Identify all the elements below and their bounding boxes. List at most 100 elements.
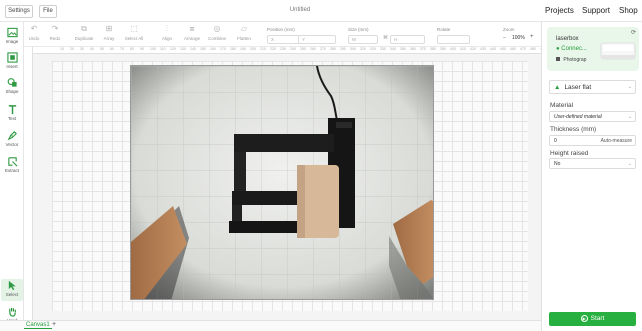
combine-button[interactable]: ◎ Combine bbox=[207, 24, 227, 41]
canvas-area[interactable]: 10 20 30 40 50 60 70 80 90 100 110 120 130 140 150 160 1… bbox=[25, 47, 541, 320]
align-button[interactable]: ⫶ Align bbox=[157, 24, 177, 41]
select-all-button[interactable]: ⬚ Select All bbox=[124, 24, 144, 41]
array-button[interactable]: ⊞ Array bbox=[99, 24, 119, 41]
process-select[interactable]: ▲ Laser flat ⌄ bbox=[549, 80, 636, 94]
vector-tool[interactable]: Vector bbox=[1, 130, 23, 147]
support-link[interactable]: Support bbox=[582, 6, 610, 15]
top-bar: Settings File Untitled Projects Support … bbox=[0, 0, 642, 22]
select-all-icon: ⬚ bbox=[130, 24, 138, 33]
insert-tool[interactable]: Insert bbox=[1, 52, 23, 69]
undo-icon: ↶ bbox=[30, 24, 38, 33]
size-w-field[interactable]: W bbox=[348, 35, 378, 44]
ruler-tick-label: 480 bbox=[530, 47, 536, 51]
height-raised-select[interactable]: No ⌄ bbox=[549, 158, 636, 169]
ruler-tick-label: 160 bbox=[210, 47, 216, 51]
redo-button[interactable]: ↷ Redo bbox=[45, 24, 65, 41]
ruler-tick-label: 210 bbox=[260, 47, 266, 51]
lock-ratio-icon[interactable]: ⌘ bbox=[383, 35, 388, 41]
top-ruler: 10 20 30 40 50 60 70 80 90 100 110 120 130 140 150 160 1… bbox=[33, 47, 541, 54]
text-icon bbox=[8, 105, 16, 115]
refresh-icon[interactable]: ⟳ bbox=[631, 29, 636, 36]
ruler-tick-label: 340 bbox=[390, 47, 396, 51]
toolbar: ↶ Undo ↷ Redo ⧉ Duplicate ⊞ Array ⬚ Sele… bbox=[0, 22, 541, 47]
ruler-tick-label: 110 bbox=[160, 47, 166, 51]
ruler-tick-label: 30 bbox=[80, 47, 84, 51]
left-toolbar: Image Insert Shape Text Vector Extract S… bbox=[0, 22, 24, 323]
camera-mode[interactable]: Photograp bbox=[556, 57, 586, 63]
shape-tool[interactable]: Shape bbox=[1, 77, 23, 94]
ruler-tick-label: 430 bbox=[480, 47, 486, 51]
duplicate-icon: ⧉ bbox=[81, 24, 87, 33]
size-h-field[interactable]: H bbox=[390, 35, 425, 44]
ruler-tick-label: 200 bbox=[250, 47, 256, 51]
laser-icon: ▲ bbox=[554, 84, 561, 91]
ruler-tick-label: 310 bbox=[360, 47, 366, 51]
rotate-field[interactable] bbox=[437, 35, 470, 44]
material-label: Material bbox=[550, 102, 574, 109]
align-icon: ⫶ bbox=[166, 24, 168, 33]
ruler-tick-label: 240 bbox=[290, 47, 296, 51]
material-select[interactable]: User-defined material ⌄ bbox=[549, 111, 636, 122]
projects-link[interactable]: Projects bbox=[545, 6, 574, 15]
cursor-icon bbox=[8, 280, 16, 291]
duplicate-button[interactable]: ⧉ Duplicate bbox=[74, 24, 94, 41]
flatten-button[interactable]: ▱ Flatten bbox=[234, 24, 254, 41]
ruler-tick-label: 360 bbox=[410, 47, 416, 51]
chevron-down-icon: ⌄ bbox=[627, 161, 632, 167]
ruler-tick-label: 90 bbox=[140, 47, 144, 51]
ruler-tick-label: 10 bbox=[60, 47, 64, 51]
device-card[interactable]: laserbox ● Connec... Photograp ⟳ bbox=[547, 27, 639, 71]
chevron-down-icon: ⌄ bbox=[627, 114, 632, 120]
ruler-tick-label: 190 bbox=[240, 47, 246, 51]
ruler-tick-label: 390 bbox=[440, 47, 446, 51]
shape-icon bbox=[7, 78, 17, 87]
canvas-tab-bar: Canvas1 + bbox=[0, 320, 541, 331]
pen-icon bbox=[7, 131, 17, 141]
ruler-tick-label: 460 bbox=[510, 47, 516, 51]
ruler-tick-label: 100 bbox=[150, 47, 156, 51]
canvas-tab[interactable]: Canvas1 bbox=[24, 322, 52, 329]
auto-measure-button[interactable]: Auto-measure bbox=[601, 136, 632, 146]
ruler-tick-label: 470 bbox=[520, 47, 526, 51]
left-ruler bbox=[25, 47, 33, 320]
thickness-label: Thickness (mm) bbox=[550, 126, 597, 133]
ruler-tick-label: 320 bbox=[370, 47, 376, 51]
laserbox-device-icon bbox=[600, 42, 636, 60]
connection-status: ● Connec... bbox=[556, 46, 587, 52]
shop-link[interactable]: Shop bbox=[619, 6, 638, 15]
undo-button[interactable]: ↶ Undo bbox=[24, 24, 44, 41]
zoom-out-button[interactable]: − bbox=[503, 35, 506, 41]
add-canvas-button[interactable]: + bbox=[52, 321, 56, 328]
array-icon: ⊞ bbox=[105, 24, 113, 33]
zoom-in-button[interactable]: + bbox=[530, 34, 534, 40]
size-label: Size (mm) bbox=[348, 27, 369, 32]
ruler-tick-label: 130 bbox=[180, 47, 186, 51]
ruler-tick-label: 70 bbox=[120, 47, 124, 51]
position-label: Position (mm) bbox=[267, 27, 295, 32]
ruler-tick-label: 420 bbox=[470, 47, 476, 51]
select-tool[interactable]: Select bbox=[1, 279, 23, 301]
ruler-tick-label: 80 bbox=[130, 47, 134, 51]
image-tool[interactable]: Image bbox=[1, 27, 23, 44]
ruler-tick-label: 370 bbox=[420, 47, 426, 51]
insert-icon bbox=[6, 52, 18, 63]
text-tool[interactable]: Text bbox=[1, 104, 23, 121]
ruler-tick-label: 220 bbox=[270, 47, 276, 51]
ruler-tick-label: 120 bbox=[170, 47, 176, 51]
extract-tool[interactable]: Extract bbox=[1, 156, 23, 173]
start-button[interactable]: ▶ Start bbox=[549, 312, 636, 326]
camera-photo[interactable] bbox=[130, 65, 434, 300]
ruler-tick-label: 180 bbox=[230, 47, 236, 51]
ruler-tick-label: 270 bbox=[320, 47, 326, 51]
position-y-field[interactable]: Y bbox=[298, 35, 336, 44]
zoom-label: Zoom bbox=[503, 27, 515, 32]
chevron-down-icon: ⌄ bbox=[627, 84, 632, 90]
arrange-button[interactable]: ⧈ Arrange bbox=[182, 24, 202, 41]
camera-photo-image bbox=[131, 66, 433, 299]
thickness-field[interactable]: 0 Auto-measure bbox=[549, 135, 636, 146]
ruler-tick-label: 250 bbox=[300, 47, 306, 51]
ruler-tick-label: 300 bbox=[350, 47, 356, 51]
rotate-label: Rotate bbox=[437, 27, 451, 32]
right-panel: laserbox ● Connec... Photograp ⟳ ▲ Laser … bbox=[541, 22, 642, 331]
status-dot-icon: ● bbox=[556, 46, 560, 52]
